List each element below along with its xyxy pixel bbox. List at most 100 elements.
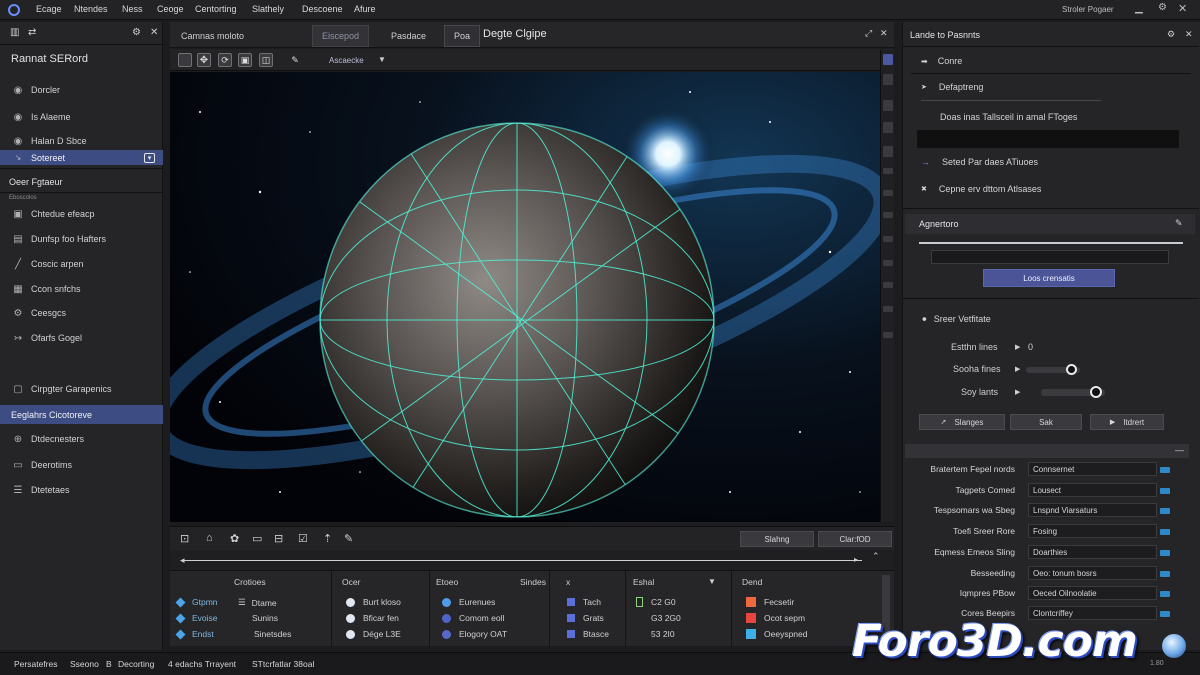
- tab-canvas[interactable]: Camnas moloto: [172, 25, 253, 47]
- prop-toggle-icon[interactable]: [1160, 467, 1170, 473]
- home-icon[interactable]: ⌂: [206, 532, 213, 544]
- col-item[interactable]: Elogory OAT: [442, 629, 507, 639]
- col-item[interactable]: Bficar fen: [346, 613, 399, 623]
- move-tool-icon[interactable]: ✥: [197, 53, 211, 67]
- tab-pasdace[interactable]: Pasdace: [382, 25, 435, 47]
- right-item[interactable]: ➡ Conre: [921, 56, 962, 66]
- left-item-9[interactable]: ↣ Ofarfs Gogel: [0, 329, 163, 347]
- col-item[interactable]: Grats: [567, 613, 604, 623]
- prop-toggle-icon[interactable]: [1160, 529, 1170, 535]
- right-item[interactable]: ✖ Cepne erv dttom Atlsases: [921, 184, 1041, 194]
- panel-settings-icon[interactable]: ⚙: [1167, 29, 1175, 40]
- col-item[interactable]: Oeeyspned: [746, 629, 807, 639]
- menu-item-6[interactable]: Slathely: [252, 4, 284, 14]
- left-item-7[interactable]: ▦ Ccon snfchs: [0, 280, 163, 298]
- col-item[interactable]: Tach: [567, 597, 601, 607]
- section-header[interactable]: Agnertoro ✎: [905, 214, 1195, 234]
- tab-episode[interactable]: Eiscepod: [312, 25, 370, 47]
- primary-button[interactable]: Loos crensatis: [983, 269, 1115, 287]
- pencil-tool-icon[interactable]: ✎: [288, 53, 302, 67]
- panel-grid-icon[interactable]: ▥: [10, 27, 19, 38]
- prop-field[interactable]: Oeo: tonum bosrs: [1028, 566, 1157, 580]
- side-tool-icon[interactable]: [883, 306, 893, 312]
- camera-tool-icon[interactable]: ◫: [259, 53, 273, 67]
- range-track[interactable]: [919, 242, 1183, 244]
- export-icon[interactable]: ⊟: [274, 532, 283, 545]
- side-tool-layer-icon[interactable]: [883, 100, 893, 111]
- right-text-field[interactable]: [917, 130, 1179, 148]
- toggle-icon[interactable]: ▾: [144, 152, 155, 163]
- viewport-canvas[interactable]: [170, 72, 882, 522]
- left-item-selected[interactable]: ↘ Sotereet ▾: [0, 150, 163, 165]
- side-tool-icon[interactable]: [883, 260, 893, 266]
- side-tool-user-icon[interactable]: [883, 54, 893, 65]
- col-item[interactable]: C2 G0: [636, 597, 676, 607]
- menu-item-7[interactable]: Descoene: [302, 4, 343, 14]
- menu-item-3[interactable]: Ness: [122, 4, 143, 14]
- pin-icon[interactable]: ⇡: [323, 532, 332, 545]
- edit-icon[interactable]: ✎: [1175, 218, 1183, 229]
- status-item[interactable]: Sseono: [70, 659, 99, 669]
- col-item[interactable]: Endst: [175, 629, 214, 639]
- right-item[interactable]: Doas inas Tallsceil in amal FToges: [940, 112, 1077, 122]
- prop-field[interactable]: Lnspnd Viarsaturs: [1028, 503, 1157, 517]
- side-tool-icon[interactable]: [883, 212, 893, 218]
- prop-toggle-icon[interactable]: [1160, 488, 1170, 494]
- col-item[interactable]: Gtpmn: [175, 597, 218, 607]
- panel-close-icon[interactable]: ✕: [150, 27, 158, 38]
- menu-item-1[interactable]: Ecage: [36, 4, 62, 14]
- range-field[interactable]: [931, 250, 1169, 264]
- rotate-tool-icon[interactable]: ⟳: [218, 53, 232, 67]
- status-item[interactable]: STtcrfatlar 38oal: [252, 659, 314, 669]
- menu-item-2[interactable]: Ntendes: [74, 4, 108, 14]
- select-tool-icon[interactable]: [178, 53, 192, 67]
- side-tool-icon[interactable]: [883, 282, 893, 288]
- col-item[interactable]: G3 2G0: [651, 613, 681, 623]
- right-item[interactable]: ➤ Defaptreng: [921, 82, 983, 92]
- left-item-10[interactable]: ▢ Cirpgter Garapenics: [0, 380, 163, 398]
- properties-header[interactable]: —: [905, 444, 1189, 458]
- col-item[interactable]: Sunins: [252, 613, 278, 623]
- button-3[interactable]: ▶ Itdrert: [1090, 414, 1164, 430]
- edit-icon[interactable]: ✎: [344, 532, 353, 545]
- left-item-6[interactable]: ╱ Coscic arpen: [0, 255, 163, 273]
- slider-knob[interactable]: [1066, 364, 1077, 375]
- minimize-icon[interactable]: ▁: [1135, 3, 1143, 14]
- left-item-8[interactable]: ⚙ Ceesgcs: [0, 304, 163, 322]
- button-2[interactable]: Sak: [1010, 414, 1082, 430]
- close-icon[interactable]: ✕: [1178, 2, 1187, 15]
- col-item[interactable]: Btasce: [567, 629, 609, 639]
- prop-field[interactable]: Connsernet: [1028, 462, 1157, 476]
- left-item-4[interactable]: ▣ Chtedue efeacp: [0, 205, 163, 223]
- timeline-add-icon[interactable]: ⌃: [872, 551, 880, 562]
- slider-track[interactable]: [1041, 386, 1105, 398]
- status-item[interactable]: B: [106, 659, 112, 669]
- left-item-3[interactable]: ◉ Halan D Sbce: [0, 132, 163, 150]
- prop-toggle-icon[interactable]: [1160, 550, 1170, 556]
- menu-item-8[interactable]: Afure: [354, 4, 376, 14]
- prop-field[interactable]: Lousect: [1028, 483, 1157, 497]
- left-item-5[interactable]: ▤ Dunfsp foo Hafters: [0, 230, 163, 248]
- col-item[interactable]: Fecsetir: [746, 597, 794, 607]
- play-icon[interactable]: ▶: [1015, 343, 1020, 351]
- tab-poa[interactable]: Poa: [444, 25, 481, 47]
- left-item-11[interactable]: ⊕ Dtdecnesters: [0, 430, 163, 448]
- check-icon[interactable]: ☑: [298, 532, 308, 545]
- prop-field[interactable]: Fosing: [1028, 524, 1157, 538]
- side-tool-icon[interactable]: [883, 168, 893, 174]
- col-item[interactable]: Comom eoll: [442, 613, 504, 623]
- col-item[interactable]: Ocot sepm: [746, 613, 805, 623]
- col-item[interactable]: Eurenues: [442, 597, 495, 607]
- collapse-icon[interactable]: —: [1175, 445, 1184, 455]
- play-icon[interactable]: ▶: [1015, 388, 1020, 396]
- side-tool-icon[interactable]: [883, 190, 893, 196]
- menu-item-4[interactable]: Ceoge: [157, 4, 184, 14]
- timeline-right-button[interactable]: Clar:fOD: [818, 531, 892, 547]
- col-item[interactable]: ☰ Dtame: [238, 597, 277, 608]
- app-logo-icon[interactable]: [8, 4, 20, 16]
- timeline-start-icon[interactable]: ◂: [180, 555, 185, 566]
- prop-field[interactable]: Oeced Oilnoolatie: [1028, 586, 1157, 600]
- prop-field[interactable]: Doarthies: [1028, 545, 1157, 559]
- left-item-selected-2[interactable]: Eeglahrs Cicotoreve: [0, 405, 163, 424]
- side-tool-icon[interactable]: [883, 236, 893, 242]
